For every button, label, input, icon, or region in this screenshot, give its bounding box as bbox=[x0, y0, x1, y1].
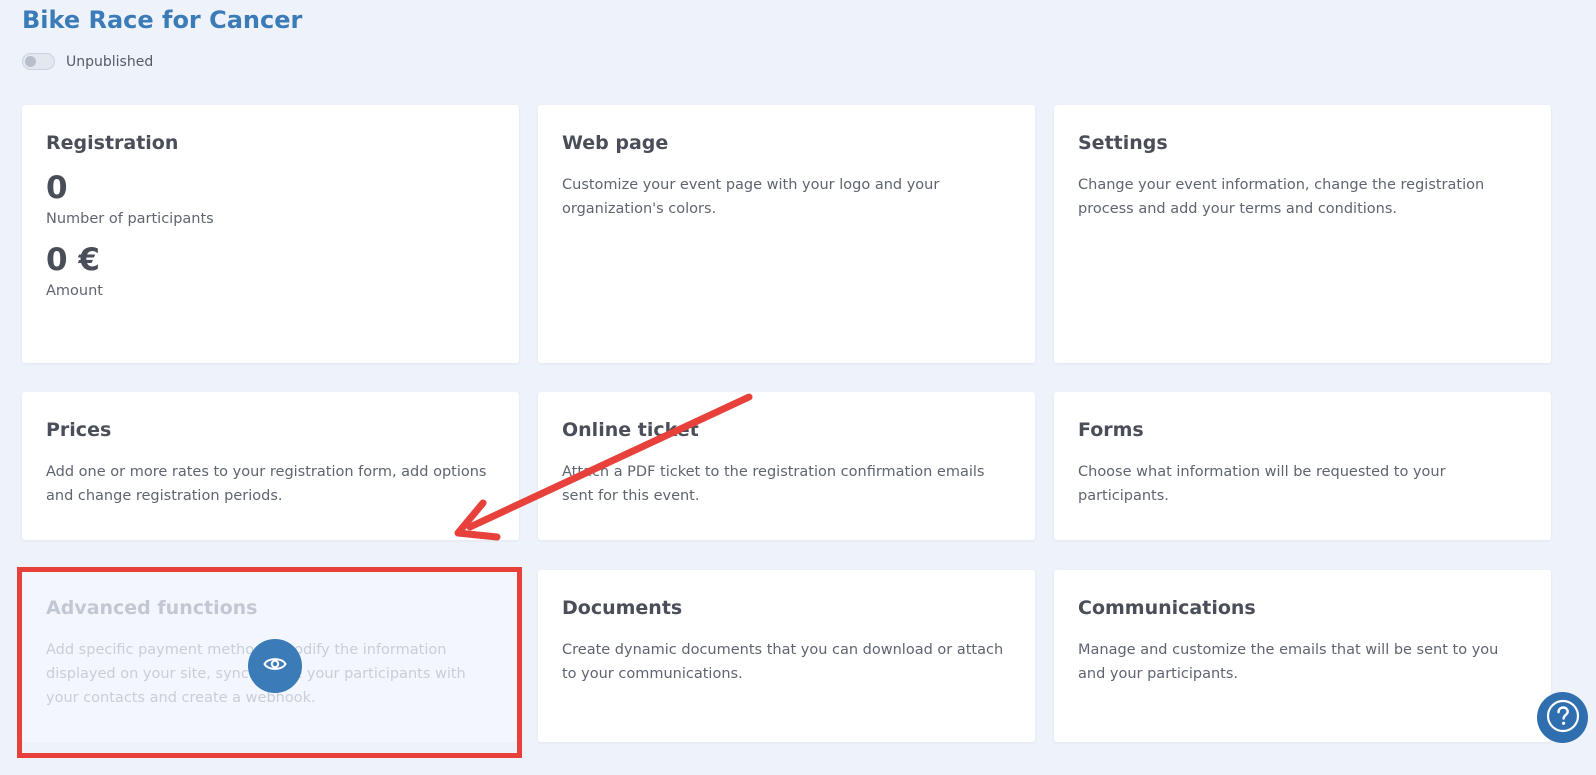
toggle-knob bbox=[25, 56, 36, 67]
page-title: Bike Race for Cancer bbox=[22, 6, 303, 34]
card-title-advanced-functions: Advanced functions bbox=[46, 597, 258, 619]
card-desc-forms: Choose what information will be requeste… bbox=[1078, 464, 1446, 504]
card-forms[interactable]: Forms Choose what information will be re… bbox=[1054, 392, 1551, 540]
card-title-prices: Prices bbox=[46, 419, 112, 441]
card-communications[interactable]: Communications Manage and customize the … bbox=[1054, 570, 1551, 742]
card-title-documents: Documents bbox=[562, 597, 683, 619]
card-documents[interactable]: Documents Create dynamic documents that … bbox=[538, 570, 1035, 742]
card-prices[interactable]: Prices Add one or more rates to your reg… bbox=[22, 392, 519, 540]
participants-label: Number of participants bbox=[46, 211, 214, 227]
eye-icon bbox=[263, 652, 287, 680]
participants-count: 0 bbox=[46, 170, 68, 206]
help-icon bbox=[1545, 698, 1581, 738]
card-online-ticket[interactable]: Online ticket Attach a PDF ticket to the… bbox=[538, 392, 1035, 540]
card-title-web-page: Web page bbox=[562, 132, 669, 154]
card-desc-communications: Manage and customize the emails that wil… bbox=[1078, 642, 1499, 682]
publish-status-label: Unpublished bbox=[66, 53, 154, 70]
card-title-forms: Forms bbox=[1078, 419, 1144, 441]
card-desc-documents: Create dynamic documents that you can do… bbox=[562, 642, 1004, 682]
preview-eye-button[interactable] bbox=[248, 639, 302, 693]
card-title-registration: Registration bbox=[46, 132, 179, 154]
amount-value: 0 € bbox=[46, 242, 100, 278]
publish-toggle[interactable]: Unpublished bbox=[22, 53, 153, 70]
card-desc-web-page: Customize your event page with your logo… bbox=[562, 177, 940, 217]
card-desc-online-ticket: Attach a PDF ticket to the registration … bbox=[562, 464, 985, 504]
amount-label: Amount bbox=[46, 283, 103, 299]
card-title-communications: Communications bbox=[1078, 597, 1256, 619]
toggle-track[interactable] bbox=[22, 53, 55, 70]
card-title-online-ticket: Online ticket bbox=[562, 419, 699, 441]
help-button[interactable] bbox=[1537, 692, 1588, 743]
card-desc-prices: Add one or more rates to your registrati… bbox=[46, 464, 487, 504]
card-settings[interactable]: Settings Change your event information, … bbox=[1054, 105, 1551, 363]
card-desc-settings: Change your event information, change th… bbox=[1078, 177, 1485, 217]
card-registration[interactable]: Registration 0 Number of participants 0 … bbox=[22, 105, 519, 363]
card-web-page[interactable]: Web page Customize your event page with … bbox=[538, 105, 1035, 363]
card-title-settings: Settings bbox=[1078, 132, 1168, 154]
